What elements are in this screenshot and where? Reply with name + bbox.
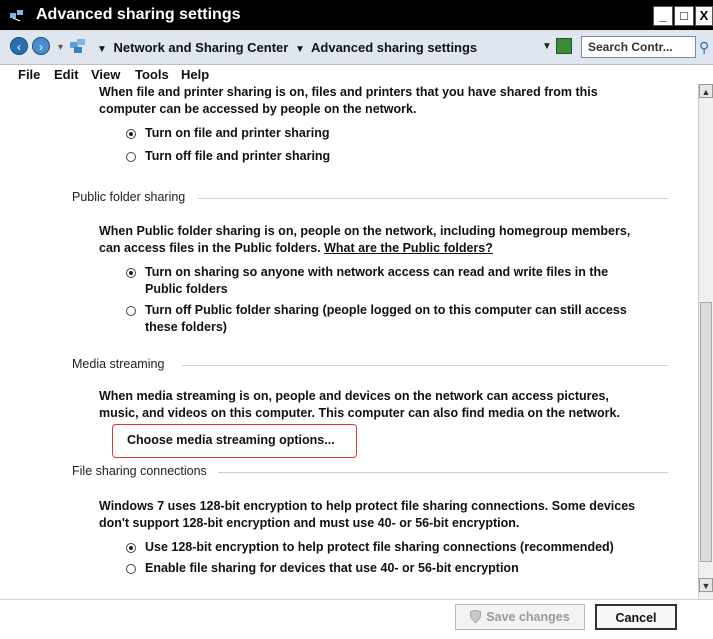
breadcrumb-advanced-sharing-settings[interactable]: Advanced sharing settings	[311, 40, 477, 55]
public-folder-off-label[interactable]: Turn off Public folder sharing (people l…	[145, 302, 627, 336]
menu-bar: File Edit View Tools Help	[0, 64, 690, 84]
back-button[interactable]: ‹	[10, 37, 28, 55]
menu-view[interactable]: View	[91, 67, 120, 82]
control-panel-icon	[70, 39, 85, 53]
section-divider	[218, 472, 668, 473]
chevron-down-icon[interactable]: ▼	[97, 44, 107, 55]
advanced-sharing-window: Advanced sharing settings _ □ X ‹ › ▾ ▼ …	[0, 0, 713, 639]
public-folder-section-title: Public folder sharing	[72, 190, 186, 204]
scroll-down-arrow-icon[interactable]: ▼	[699, 578, 713, 592]
media-description: When media streaming is on, people and d…	[99, 389, 620, 420]
file-sharing-description: Windows 7 uses 128-bit encryption to hel…	[99, 499, 636, 530]
title-bar: Advanced sharing settings _ □ X	[0, 0, 713, 30]
breadcrumb-network-sharing-center[interactable]: Network and Sharing Center	[114, 40, 289, 55]
scroll-thumb[interactable]	[700, 302, 712, 562]
public-folder-on-radio[interactable]	[126, 268, 136, 278]
breadcrumb: ▼ Network and Sharing Center ▼ Advanced …	[94, 40, 477, 55]
file-printer-description: When file and printer sharing is on, fil…	[99, 85, 598, 116]
encryption-40-56-radio[interactable]	[126, 564, 136, 574]
menu-tools[interactable]: Tools	[135, 67, 169, 82]
forward-button[interactable]: ›	[32, 37, 50, 55]
vertical-scrollbar[interactable]: ▲ ▼	[698, 84, 713, 599]
cancel-button[interactable]: Cancel	[595, 604, 677, 630]
public-folders-help-link[interactable]: What are the Public folders?	[324, 241, 493, 255]
section-divider	[182, 365, 668, 366]
network-icon	[10, 10, 23, 22]
refresh-icon[interactable]	[556, 38, 572, 54]
close-button[interactable]: X	[695, 6, 713, 26]
menu-edit[interactable]: Edit	[54, 67, 79, 82]
public-folder-description: When Public folder sharing is on, people…	[99, 224, 631, 255]
search-input[interactable]: Search Contr...	[581, 36, 696, 58]
file-printer-off-label[interactable]: Turn off file and printer sharing	[145, 148, 330, 165]
window-title: Advanced sharing settings	[36, 6, 241, 23]
settings-content: When file and printer sharing is on, fil…	[0, 84, 690, 584]
address-dropdown[interactable]: ▼	[542, 41, 552, 52]
menu-file[interactable]: File	[18, 67, 40, 82]
chevron-down-icon[interactable]: ▼	[295, 44, 305, 55]
encryption-128-radio[interactable]	[126, 543, 136, 553]
maximize-button[interactable]: □	[674, 6, 694, 26]
public-folder-on-label[interactable]: Turn on sharing so anyone with network a…	[145, 264, 608, 298]
encryption-40-56-label[interactable]: Enable file sharing for devices that use…	[145, 560, 519, 577]
shield-icon	[470, 610, 482, 623]
media-section-title: Media streaming	[72, 357, 165, 371]
minimize-button[interactable]: _	[653, 6, 673, 26]
encryption-128-label[interactable]: Use 128-bit encryption to help protect f…	[145, 539, 614, 556]
footer-divider	[0, 599, 713, 600]
file-printer-off-radio[interactable]	[126, 152, 136, 162]
save-changes-button[interactable]: Save changes	[455, 604, 585, 630]
file-printer-on-radio[interactable]	[126, 129, 136, 139]
media-streaming-options-button[interactable]: Choose media streaming options...	[112, 424, 357, 458]
menu-help[interactable]: Help	[181, 67, 209, 82]
search-icon[interactable]: ⚲	[699, 39, 713, 55]
file-printer-on-label[interactable]: Turn on file and printer sharing	[145, 125, 330, 142]
address-bar: ‹ › ▾ ▼ Network and Sharing Center ▼ Adv…	[0, 30, 713, 65]
file-sharing-section-title: File sharing connections	[72, 464, 207, 478]
recent-pages-dropdown[interactable]: ▾	[58, 42, 63, 53]
scroll-up-arrow-icon[interactable]: ▲	[699, 84, 713, 98]
section-divider	[198, 198, 668, 199]
public-folder-off-radio[interactable]	[126, 306, 136, 316]
